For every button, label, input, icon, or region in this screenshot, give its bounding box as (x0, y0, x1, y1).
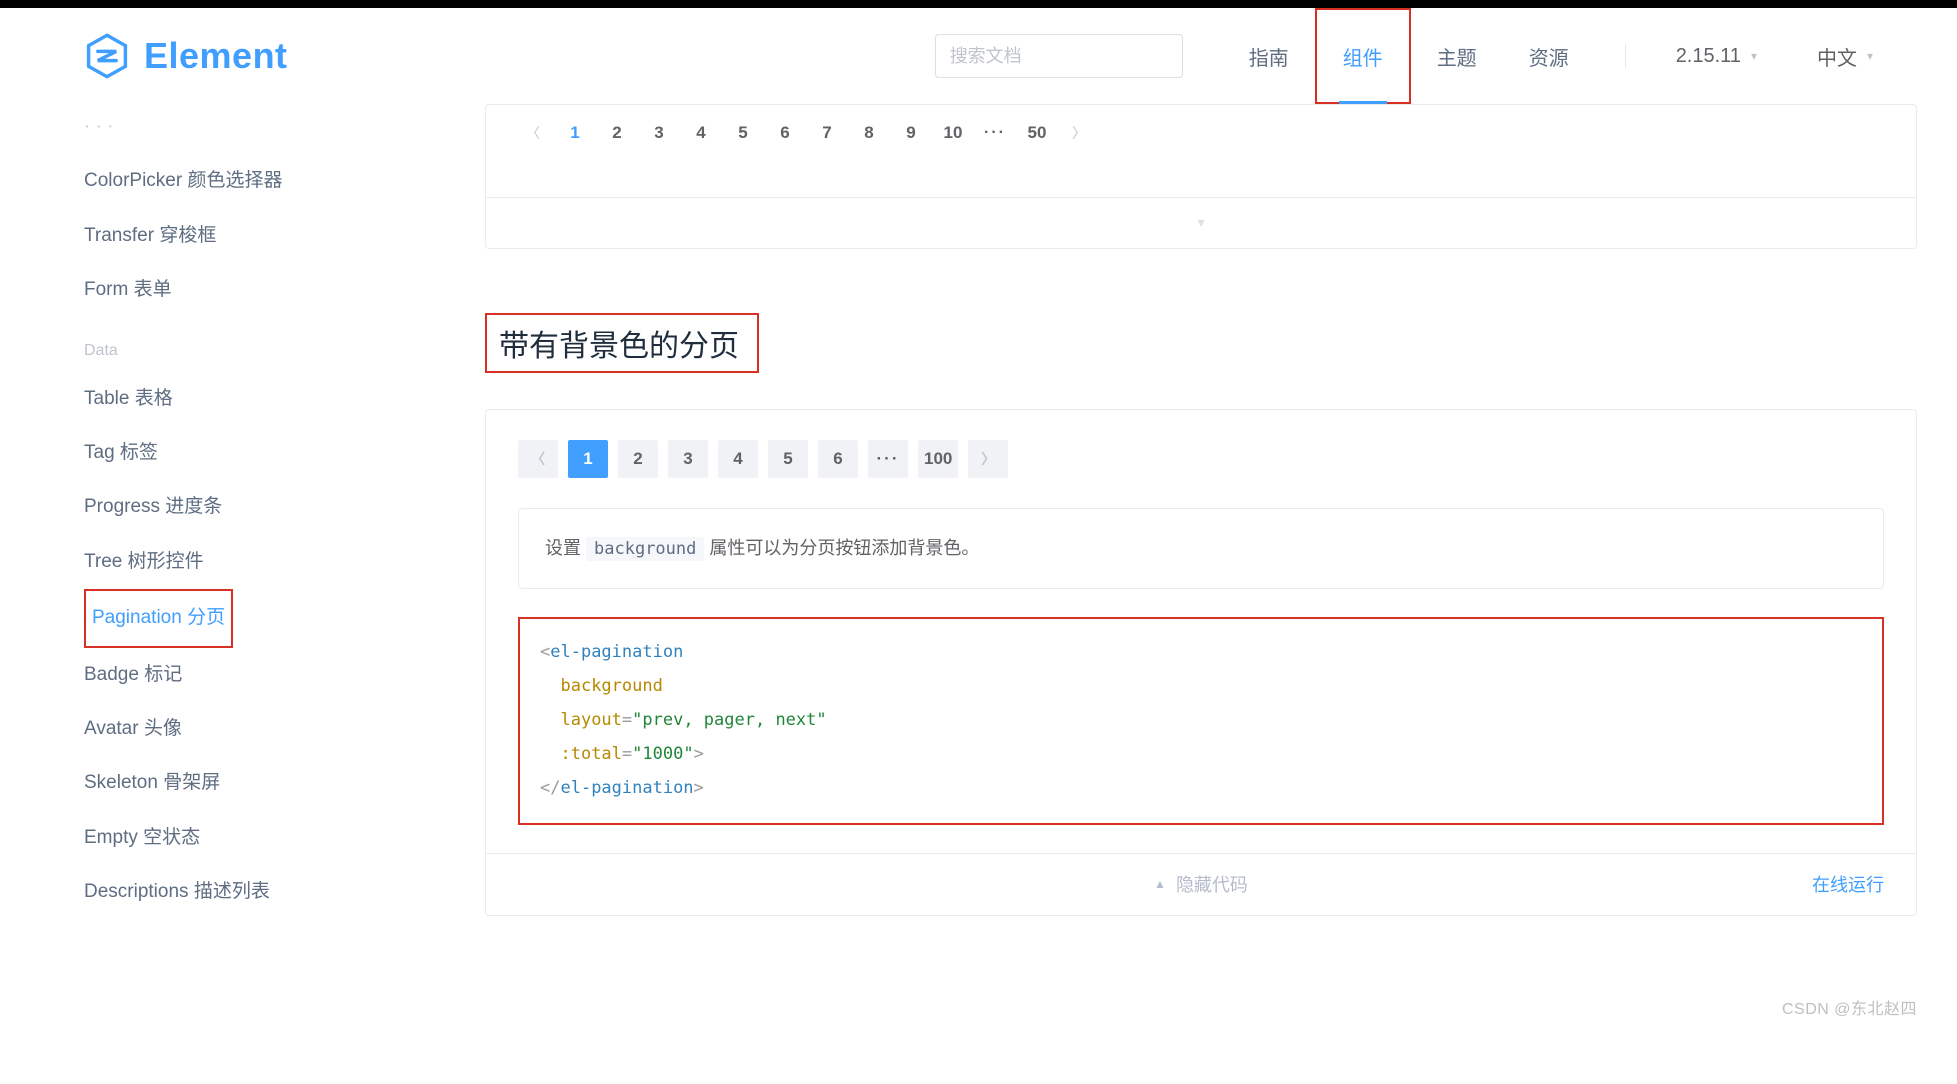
hide-code-label: 隐藏代码 (1176, 871, 1248, 897)
content: 〈 1 2 3 4 5 6 7 8 9 10 ··· 50 〉 ▾ (335, 104, 1917, 919)
sidebar-item-table[interactable]: Table 表格 (84, 372, 335, 426)
nav-component[interactable]: 组件 (1315, 8, 1411, 104)
code-punc: = (622, 744, 632, 764)
page-4[interactable]: 4 (718, 440, 758, 478)
hide-code-button[interactable]: ▲ 隐藏代码 (1154, 871, 1248, 897)
language-label: 中文 (1817, 42, 1857, 71)
code-punc: > (694, 744, 704, 764)
description-box: 设置 background 属性可以为分页按钮添加背景色。 (518, 508, 1884, 589)
page-6[interactable]: 6 (764, 123, 806, 143)
code-string: "prev, pager, next" (632, 710, 826, 730)
desc-code-chip: background (586, 537, 704, 561)
code-tag: el-pagination (550, 642, 683, 662)
desc-suffix: 属性可以为分页按钮添加背景色。 (709, 538, 979, 558)
header: Element 指南 组件 主题 资源 2.15.11 ▾ 中文 ▾ (0, 8, 1957, 104)
demo-footer: ▲ 隐藏代码 在线运行 (486, 853, 1916, 915)
page-1[interactable]: 1 (554, 123, 596, 143)
page-1[interactable]: 1 (568, 440, 608, 478)
code-tag: el-pagination (560, 778, 693, 798)
nav: 指南 组件 主题 资源 (1223, 8, 1595, 104)
page-5[interactable]: 5 (768, 440, 808, 478)
demo-toggle[interactable]: ▾ (486, 197, 1916, 248)
page-3[interactable]: 3 (638, 123, 680, 143)
prev-button[interactable]: 〈 (512, 123, 554, 143)
sidebar-item-descriptions[interactable]: Descriptions 描述列表 (84, 865, 335, 919)
page-last[interactable]: 50 (1016, 123, 1058, 143)
logo[interactable]: Element (84, 33, 288, 79)
next-button[interactable]: 〉 (1058, 123, 1100, 143)
sidebar-item-form[interactable]: Form 表单 (84, 263, 335, 317)
caret-down-icon: ▾ (1197, 214, 1204, 230)
caret-up-icon: ▲ (1154, 877, 1166, 891)
prev-button[interactable]: 〈 (518, 440, 558, 478)
page-10[interactable]: 10 (932, 123, 974, 143)
page-2[interactable]: 2 (596, 123, 638, 143)
logo-text: Element (144, 35, 288, 77)
sidebar-item-avatar[interactable]: Avatar 头像 (84, 702, 335, 756)
code-string: "1000" (632, 744, 693, 764)
sidebar-item-tree[interactable]: Tree 树形控件 (84, 535, 335, 589)
code-punc: = (622, 710, 632, 730)
plain-pagination: 〈 1 2 3 4 5 6 7 8 9 10 ··· 50 〉 (486, 109, 1916, 157)
chevron-down-icon: ▾ (1751, 49, 1757, 63)
chevron-down-icon: ▾ (1867, 49, 1873, 63)
page-8[interactable]: 8 (848, 123, 890, 143)
sidebar-item-progress[interactable]: Progress 进度条 (84, 480, 335, 534)
code-block: <el-pagination background layout="prev, … (518, 617, 1884, 825)
logo-icon (84, 33, 130, 79)
code-punc: </ (540, 778, 560, 798)
top-banner (0, 0, 1957, 8)
sidebar-item-tag[interactable]: Tag 标签 (84, 426, 335, 480)
sidebar-item-badge[interactable]: Badge 标记 (84, 648, 335, 702)
sidebar-item-pagination[interactable]: Pagination 分页 (84, 589, 233, 647)
more-pages-icon[interactable]: ··· (868, 440, 908, 478)
nav-resource[interactable]: 资源 (1503, 8, 1595, 104)
page-5[interactable]: 5 (722, 123, 764, 143)
page-7[interactable]: 7 (806, 123, 848, 143)
search-input[interactable] (935, 34, 1183, 78)
page-3[interactable]: 3 (668, 440, 708, 478)
code-punc: > (694, 778, 704, 798)
demo-card-background: 〈 1 2 3 4 5 6 ··· 100 〉 设置 background 属性… (485, 409, 1917, 916)
more-pages-icon[interactable]: ··· (974, 124, 1016, 142)
sidebar-item-skeleton[interactable]: Skeleton 骨架屏 (84, 756, 335, 810)
code-attr: background (560, 676, 662, 696)
desc-prefix: 设置 (545, 538, 581, 558)
demo-card-plain: 〈 1 2 3 4 5 6 7 8 9 10 ··· 50 〉 ▾ (485, 104, 1917, 249)
version-dropdown[interactable]: 2.15.11 ▾ (1676, 45, 1757, 68)
nav-theme[interactable]: 主题 (1411, 8, 1503, 104)
background-pagination: 〈 1 2 3 4 5 6 ··· 100 〉 (486, 410, 1916, 508)
nav-guide[interactable]: 指南 (1223, 8, 1315, 104)
sidebar-group-data: Data (84, 318, 335, 372)
code-attr: :total (560, 744, 621, 764)
nav-divider (1625, 44, 1626, 68)
page-9[interactable]: 9 (890, 123, 932, 143)
sidebar: · · · ColorPicker 颜色选择器 Transfer 穿梭框 For… (0, 104, 335, 919)
watermark: CSDN @东北赵四 (0, 979, 1957, 1043)
page-6[interactable]: 6 (818, 440, 858, 478)
code-punc: < (540, 642, 550, 662)
page-last[interactable]: 100 (918, 440, 958, 478)
sidebar-item[interactable]: · · · (84, 112, 335, 154)
sidebar-item-empty[interactable]: Empty 空状态 (84, 811, 335, 865)
sidebar-item-transfer[interactable]: Transfer 穿梭框 (84, 209, 335, 263)
run-online-link[interactable]: 在线运行 (1812, 871, 1884, 897)
language-dropdown[interactable]: 中文 ▾ (1817, 42, 1873, 71)
code-attr: layout (560, 710, 621, 730)
section-title: 带有背景色的分页 (485, 313, 759, 373)
next-button[interactable]: 〉 (968, 440, 1008, 478)
page-4[interactable]: 4 (680, 123, 722, 143)
sidebar-item-colorpicker[interactable]: ColorPicker 颜色选择器 (84, 154, 335, 208)
version-label: 2.15.11 (1676, 45, 1741, 68)
page-2[interactable]: 2 (618, 440, 658, 478)
